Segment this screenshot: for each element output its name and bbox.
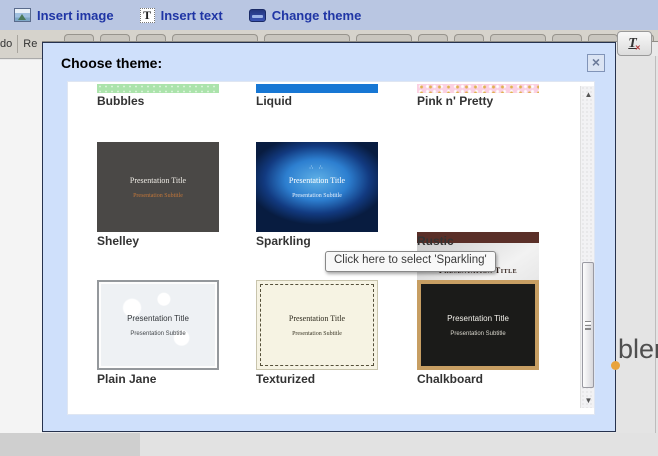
scroll-up-icon[interactable]: ▲ [581, 86, 595, 102]
slide-subtitle: Presentation Subtitle [292, 331, 342, 337]
background-orange-dot [611, 361, 620, 370]
background-undo-redo: do Re [0, 30, 42, 59]
toolbar-stub [418, 34, 448, 41]
tooltip: Click here to select 'Sparkling' [325, 251, 496, 272]
slide-title: Presentation Title [127, 314, 189, 323]
dialog-title: Choose theme: [61, 55, 162, 71]
insert-text-button[interactable]: T Insert text [140, 8, 223, 23]
slide-title: Presentation Title [130, 176, 186, 185]
background-left-area [0, 60, 42, 433]
panel-border [655, 56, 656, 433]
top-toolbar: Insert image T Insert text Change theme [0, 0, 658, 30]
background-bottom-left-block [0, 433, 140, 456]
slide-title: Presentation Title [289, 176, 345, 185]
change-theme-label: Change theme [272, 8, 362, 23]
theme-thumbnail-liquid[interactable] [256, 84, 378, 93]
choose-theme-dialog: Choose theme: × Bubbles Liquid Pink n' P… [42, 42, 616, 432]
close-icon[interactable]: × [587, 54, 605, 72]
insert-image-button[interactable]: Insert image [14, 8, 114, 23]
theme-thumbnail-bubbles[interactable] [97, 84, 219, 93]
toolbar-stub [552, 34, 582, 41]
toolbar-stub [100, 34, 130, 41]
theme-thumbnail-chalkboard[interactable]: Presentation Title Presentation Subtitle [417, 280, 539, 370]
background-partial-text: bler [618, 334, 658, 365]
theme-label-plain-jane[interactable]: Plain Jane [97, 372, 237, 386]
slide-subtitle: Presentation Subtitle [292, 193, 342, 199]
theme-label-rustic[interactable]: Rustic [417, 234, 557, 248]
toolbar-stub [64, 34, 94, 41]
theme-thumbnail-shelley[interactable]: Presentation Title Presentation Subtitle [97, 142, 219, 232]
change-theme-button[interactable]: Change theme [249, 8, 362, 23]
scroll-down-icon[interactable]: ▼ [581, 392, 595, 408]
insert-text-label: Insert text [161, 8, 223, 23]
change-theme-icon [249, 9, 266, 22]
toolbar-stub [588, 34, 618, 41]
redo-button-partial[interactable]: Re [23, 38, 37, 50]
theme-thumbnail-plain-jane[interactable]: Presentation Title Presentation Subtitle [97, 280, 219, 370]
insert-image-label: Insert image [37, 8, 114, 23]
insert-text-icon: T [140, 8, 155, 23]
theme-label-sparkling[interactable]: Sparkling [256, 234, 396, 248]
slide-subtitle: Presentation Subtitle [450, 331, 505, 337]
scrollbar-grip [585, 321, 591, 330]
theme-label-bubbles[interactable]: Bubbles [97, 94, 237, 108]
theme-list: Bubbles Liquid Pink n' Pretty Presentati… [67, 81, 595, 415]
red-x-icon: ✕ [635, 44, 641, 52]
toolbar-stub [136, 34, 166, 41]
toolbar-stub [356, 34, 412, 41]
slide-subtitle: Presentation Subtitle [133, 193, 183, 199]
scrollbar-thumb[interactable] [582, 262, 594, 388]
theme-label-chalkboard[interactable]: Chalkboard [417, 372, 557, 386]
toolbar-stub [172, 34, 258, 41]
scrollbar[interactable]: ▲ ▼ [580, 86, 595, 408]
screen: Insert image T Insert text Change theme … [0, 0, 658, 456]
theme-thumbnail-texturized[interactable]: Presentation Title Presentation Subtitle [256, 280, 378, 370]
theme-label-shelley[interactable]: Shelley [97, 234, 237, 248]
background-toolbar-row [0, 30, 658, 42]
toolbar-stub [490, 34, 546, 41]
divider [17, 35, 18, 53]
theme-thumbnail-sparkling[interactable]: Presentation Title Presentation Subtitle [256, 142, 378, 232]
slide-subtitle: Presentation Subtitle [130, 331, 185, 337]
background-bottom-area [0, 433, 658, 456]
theme-label-pink-n-pretty[interactable]: Pink n' Pretty [417, 94, 557, 108]
slide-title: Presentation Title [447, 314, 509, 323]
slide-title: Presentation Title [289, 314, 345, 323]
toolbar-stub [264, 34, 350, 41]
theme-label-texturized[interactable]: Texturized [256, 372, 396, 386]
theme-thumbnail-pink-n-pretty[interactable] [417, 84, 539, 93]
undo-button-partial[interactable]: do [0, 38, 12, 50]
remove-text-button[interactable]: T ✕ [617, 31, 652, 56]
theme-label-liquid[interactable]: Liquid [256, 94, 396, 108]
toolbar-stub [454, 34, 484, 41]
insert-image-icon [14, 8, 31, 22]
background-right-area: bler [616, 56, 658, 433]
